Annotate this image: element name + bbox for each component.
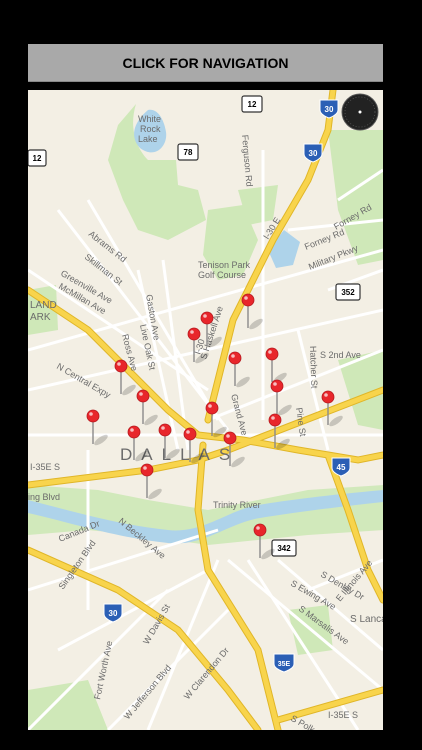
svg-text:352: 352 [341,288,355,297]
svg-text:W Clarendon Dr: W Clarendon Dr [182,645,231,701]
state-shield-12-west: 12 [28,149,47,167]
svg-text:LAND: LAND [30,300,57,311]
svg-text:30: 30 [325,105,334,114]
svg-text:Pine St: Pine St [294,407,308,438]
interstate-shield-35e: 35E [273,653,295,673]
svg-text:Forney Rd: Forney Rd [303,227,346,252]
svg-text:342: 342 [277,544,291,553]
svg-text:S 2nd Ave: S 2nd Ave [320,350,361,360]
interstate-shield-30-north: 30 [319,99,339,119]
state-shield-342: 342 [271,539,297,557]
svg-text:30: 30 [109,609,118,618]
svg-text:White: White [138,114,161,124]
svg-text:Grand Ave: Grand Ave [229,393,250,437]
svg-text:12: 12 [248,100,257,109]
map-pin[interactable] [265,347,288,385]
svg-text:Fort Worth Ave: Fort Worth Ave [92,640,114,700]
svg-text:Tenison Park: Tenison Park [198,260,251,270]
map-view[interactable]: White Rock Lake Tenison Park Golf Course… [28,90,383,730]
state-shield-12-north: 12 [241,95,263,113]
svg-text:45: 45 [337,463,346,472]
map-pin[interactable] [241,293,264,331]
svg-text:Golf Course: Golf Course [198,270,246,280]
svg-text:I-35E S: I-35E S [30,462,60,472]
svg-text:12: 12 [33,154,42,163]
svg-text:I-35E S: I-35E S [328,710,358,720]
navigation-button[interactable]: CLICK FOR NAVIGATION [28,44,383,82]
state-shield-78: 78 [177,143,199,161]
svg-text:30: 30 [309,149,318,158]
svg-text:35E: 35E [278,661,291,668]
svg-text:Trinity River: Trinity River [213,500,261,510]
svg-text:Ferguson Rd: Ferguson Rd [240,134,254,187]
svg-text:Hatcher St: Hatcher St [308,346,319,389]
svg-text:78: 78 [184,148,193,157]
svg-text:Lake: Lake [138,134,158,144]
svg-text:ing Blvd: ing Blvd [28,492,60,502]
svg-text:ARK: ARK [30,312,51,323]
map-canvas[interactable]: White Rock Lake Tenison Park Golf Course… [28,90,383,730]
map-pin[interactable] [228,351,251,389]
interstate-shield-30-south: 30 [103,603,123,623]
compass-icon[interactable] [341,93,379,131]
map-pin[interactable] [86,409,109,447]
svg-text:W Jefferson Blvd: W Jefferson Blvd [122,663,173,721]
map-pin[interactable] [270,379,293,417]
svg-text:Rock: Rock [140,124,161,134]
state-shield-352: 352 [335,283,361,301]
svg-text:S Lanca: S Lanca [350,614,383,625]
city-label: DALLAS [120,445,239,464]
